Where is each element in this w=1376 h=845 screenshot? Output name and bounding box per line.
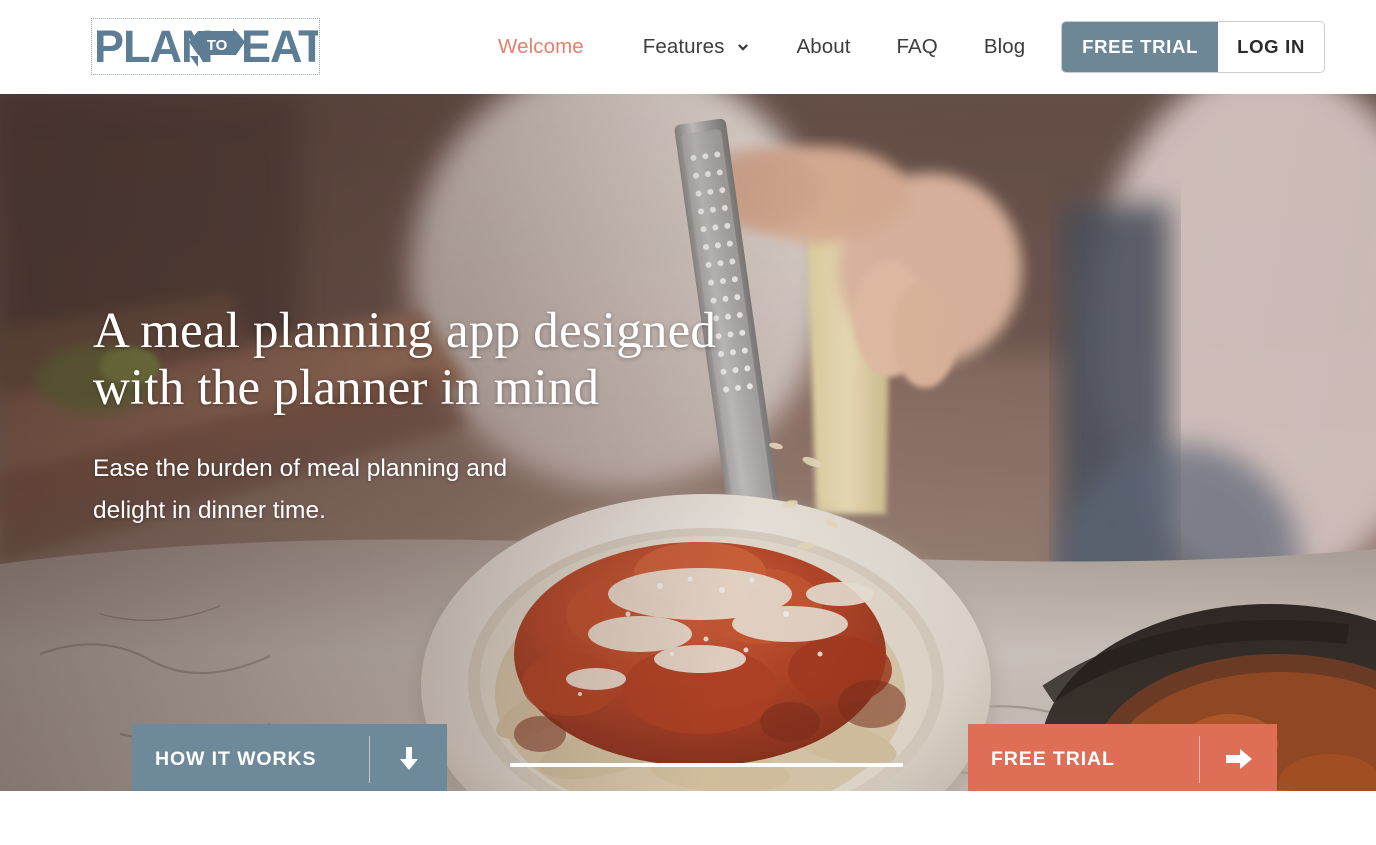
chevron-down-icon <box>736 41 750 55</box>
site-header: PLAN EAT TO Welcome Features About FAQ B… <box>0 0 1376 94</box>
hero-subheadline-line-1: Ease the burden of meal planning and <box>93 455 508 482</box>
auth-button-group: FREE TRIAL LOG IN <box>1061 21 1325 73</box>
nav-label-about: About <box>796 35 851 58</box>
logo-mark: PLAN EAT TO <box>94 22 318 72</box>
hero-free-trial-label: FREE TRIAL <box>991 747 1115 770</box>
hero-copy-block: A meal planning app designed with the pl… <box>93 303 793 532</box>
header-login-button[interactable]: LOG IN <box>1218 22 1324 72</box>
nav-item-features[interactable]: Features <box>620 35 774 59</box>
hero-free-trial-button[interactable]: FREE TRIAL <box>968 724 1277 791</box>
hero-headline: A meal planning app designed with the pl… <box>93 303 793 417</box>
ribbon-shape: TO <box>188 27 245 67</box>
header-free-trial-button[interactable]: FREE TRIAL <box>1062 22 1219 72</box>
arrow-right-icon <box>1200 746 1277 772</box>
nav-label-features: Features <box>642 35 725 58</box>
hero-divider-line <box>510 763 903 767</box>
page-content-below-hero <box>0 791 1376 845</box>
hero-headline-line-1: A meal planning app designed <box>93 303 717 359</box>
nav-label-faq: FAQ <box>896 35 938 58</box>
nav-item-blog[interactable]: Blog <box>961 35 1048 59</box>
how-it-works-button[interactable]: HOW IT WORKS <box>132 724 447 791</box>
arrow-down-icon <box>370 745 447 773</box>
nav-item-welcome[interactable]: Welcome <box>498 35 620 59</box>
hero-headline-line-2: with the planner in mind <box>93 360 600 416</box>
plan-to-eat-logo[interactable]: PLAN EAT TO <box>91 18 320 75</box>
nav-item-about[interactable]: About <box>773 35 873 59</box>
hero-subheadline: Ease the burden of meal planning and del… <box>93 448 573 532</box>
hero-subheadline-line-2: delight in dinner time. <box>93 497 326 524</box>
svg-text:EAT: EAT <box>241 22 318 72</box>
hero-section: A meal planning app designed with the pl… <box>0 94 1376 791</box>
main-navigation: Welcome Features About FAQ Blog <box>498 0 1048 94</box>
how-it-works-label: HOW IT WORKS <box>155 747 317 770</box>
nav-label-welcome: Welcome <box>498 35 584 58</box>
svg-text:TO: TO <box>206 37 227 54</box>
nav-label-blog: Blog <box>983 35 1026 58</box>
nav-item-faq[interactable]: FAQ <box>874 35 961 59</box>
